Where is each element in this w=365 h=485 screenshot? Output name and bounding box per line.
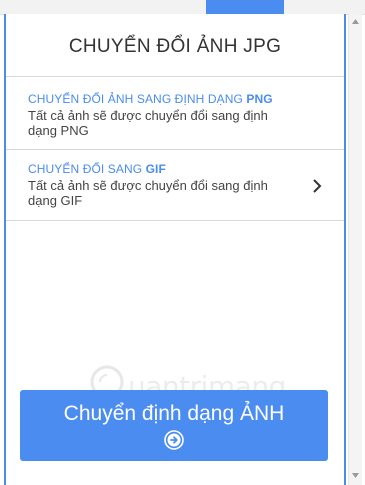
- divider: [6, 220, 344, 221]
- panel-title: CHUYỂN ĐỔI ẢNH JPG: [68, 36, 282, 57]
- host-page-accent-tab: [206, 0, 284, 14]
- option-title-format: GIF: [145, 162, 166, 176]
- option-title: CHUYỂN ĐỔI SANG GIF: [28, 162, 166, 176]
- option-convert-gif[interactable]: CHUYỂN ĐỔI SANG GIF Tất cả ảnh sẽ được c…: [6, 150, 344, 220]
- host-page-strip: [0, 0, 365, 15]
- arrow-right-circle-icon: [164, 430, 184, 450]
- convert-popup-panel: CHUYỂN ĐỔI ẢNH JPG CHUYỂN ĐỔI ẢNH SANG Đ…: [4, 14, 346, 485]
- vertical-scrollbar[interactable]: [348, 14, 362, 485]
- convert-format-button[interactable]: Chuyển định dạng ẢNH: [20, 390, 328, 461]
- option-title-format: PNG: [246, 92, 273, 106]
- convert-button-label: Chuyển định dạng ẢNH: [63, 402, 285, 425]
- option-title-prefix: CHUYỂN ĐỔI ẢNH SANG ĐỊNH DẠNG: [28, 92, 247, 106]
- option-description: Tất cả ảnh sẽ được chuyển đổi sang định …: [28, 108, 268, 138]
- option-title: CHUYỂN ĐỔI ẢNH SANG ĐỊNH DẠNG PNG: [28, 92, 273, 106]
- scroll-up-arrow-icon[interactable]: [350, 16, 361, 28]
- scroll-down-arrow-icon[interactable]: [350, 469, 361, 481]
- option-convert-png[interactable]: CHUYỂN ĐỔI ẢNH SANG ĐỊNH DẠNG PNG Tất cả…: [6, 77, 344, 145]
- option-description: Tất cả ảnh sẽ được chuyển đổi sang định …: [28, 178, 268, 208]
- chevron-right-icon[interactable]: [310, 178, 324, 194]
- option-title-prefix: CHUYỂN ĐỔI SANG: [28, 162, 146, 176]
